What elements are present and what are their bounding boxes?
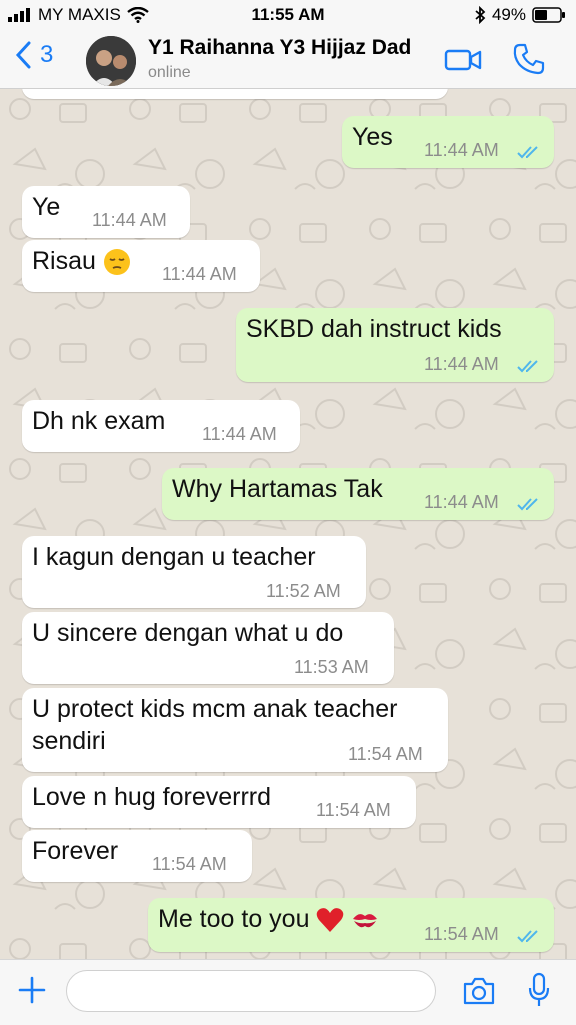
- message-text-part: Risau: [32, 247, 96, 275]
- message-text: Dh nk exam: [32, 407, 166, 435]
- message-bubble-incoming[interactable]: U sincere dengan what u do 11:53 AM: [22, 612, 394, 684]
- message-text: U sincere dengan what u do: [32, 619, 344, 647]
- bluetooth-icon: [475, 6, 486, 24]
- status-bar: MY MAXIS 11:55 AM 49%: [0, 0, 576, 30]
- message-text: Forever: [32, 837, 119, 865]
- message-text: SKBD dah instruct kids: [246, 315, 502, 343]
- message-text: Yes: [352, 123, 393, 151]
- message-text: Love n hug foreverrrd: [32, 783, 272, 811]
- pensive-face-icon: [103, 249, 130, 276]
- message-bubble-incoming[interactable]: Forever 11:54 AM: [22, 830, 252, 882]
- chat-header: 3 Y1 Raihanna Y3 Hijjaz Dad online: [0, 30, 576, 89]
- message-input[interactable]: [66, 970, 436, 1012]
- message-text: Risau: [32, 246, 131, 277]
- message-list[interactable]: Yes 11:44 AM Ye 11:44 AM Risau 11:44 AM …: [0, 89, 576, 959]
- unread-count: 3: [40, 41, 54, 68]
- message-text-line2: sendiri: [32, 727, 106, 755]
- message-bubble-outgoing[interactable]: Yes 11:44 AM: [342, 116, 554, 168]
- message-bubble-incoming[interactable]: Dh nk exam 11:44 AM: [22, 400, 300, 452]
- camera-icon[interactable]: [462, 976, 496, 1006]
- message-bubble-incoming[interactable]: I kagun dengan u teacher 11:52 AM: [22, 536, 366, 608]
- contact-status: online: [148, 64, 191, 81]
- composer-bar: [0, 959, 576, 1025]
- message-time: 11:44 AM: [202, 424, 277, 444]
- contact-name[interactable]: Y1 Raihanna Y3 Hijjaz Dad: [148, 36, 411, 60]
- chevron-left-icon: [15, 41, 31, 69]
- red-heart-icon: [317, 908, 344, 933]
- message-time: 11:44 AM: [92, 210, 167, 230]
- status-right-group: 49%: [474, 5, 566, 25]
- message-text: Why Hartamas Tak: [172, 475, 383, 503]
- message-bubble-incoming[interactable]: Love n hug foreverrrd 11:54 AM: [22, 776, 416, 828]
- message-text-part: Me too to you: [158, 905, 310, 933]
- avatar[interactable]: [86, 36, 136, 86]
- message-text: U protect kids mcm anak teacher: [32, 695, 398, 723]
- message-time: 11:54 AM: [348, 744, 423, 764]
- read-receipt-icon: [517, 930, 538, 943]
- message-bubble-outgoing[interactable]: SKBD dah instruct kids 11:44 AM: [236, 308, 554, 382]
- message-time: 11:44 AM: [424, 492, 499, 512]
- message-bubble-incoming[interactable]: Risau 11:44 AM: [22, 240, 260, 292]
- video-call-icon[interactable]: [444, 44, 482, 76]
- message-time: 11:54 AM: [152, 854, 227, 874]
- message-bubble-outgoing[interactable]: Why Hartamas Tak 11:44 AM: [162, 468, 554, 520]
- phone-call-icon[interactable]: [512, 42, 546, 76]
- message-time: 11:53 AM: [294, 657, 369, 677]
- message-bubble-incoming[interactable]: Ye 11:44 AM: [22, 186, 190, 238]
- message-bubble-incoming[interactable]: U protect kids mcm anak teacher sendiri …: [22, 688, 448, 772]
- message-bubble-partial[interactable]: [22, 89, 448, 99]
- read-receipt-icon: [517, 360, 538, 373]
- read-receipt-icon: [517, 146, 538, 159]
- message-bubble-outgoing[interactable]: Me too to you 11:54 AM: [148, 898, 554, 952]
- battery-icon: [532, 7, 565, 23]
- plus-icon[interactable]: [18, 976, 46, 1004]
- back-button[interactable]: 3: [14, 40, 53, 70]
- message-time: 11:54 AM: [316, 800, 391, 820]
- message-time: 11:44 AM: [162, 264, 237, 284]
- read-receipt-icon: [517, 498, 538, 511]
- message-text: I kagun dengan u teacher: [32, 543, 316, 571]
- message-text: Me too to you: [158, 904, 379, 935]
- avatar-photo-icon: [86, 36, 136, 86]
- message-text: Ye: [32, 193, 61, 221]
- message-time: 11:44 AM: [424, 140, 499, 160]
- microphone-icon[interactable]: [528, 972, 550, 1008]
- message-time: 11:44 AM: [424, 354, 499, 374]
- kiss-mark-icon: [353, 914, 378, 928]
- message-time: 11:52 AM: [266, 581, 341, 601]
- message-time: 11:54 AM: [424, 924, 499, 944]
- battery-percent: 49%: [491, 5, 526, 24]
